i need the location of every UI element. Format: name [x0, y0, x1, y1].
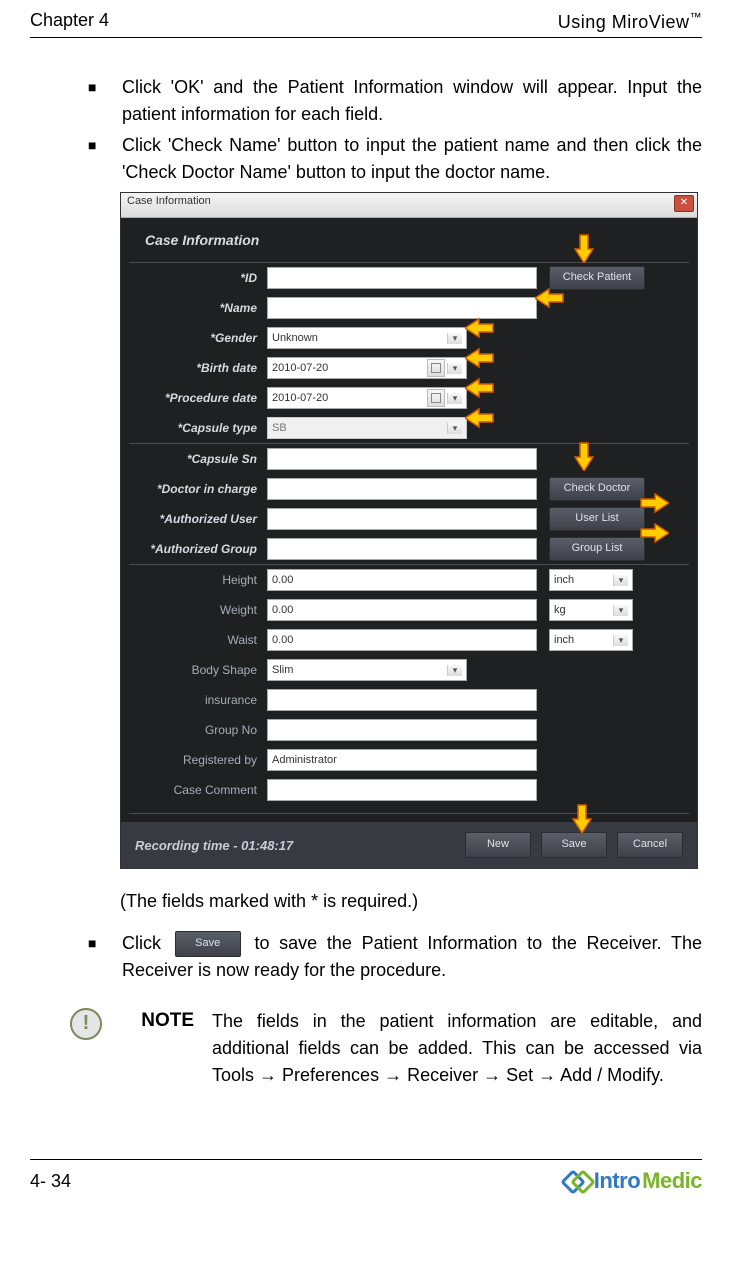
- recording-time: Recording time - 01:48:17: [135, 838, 293, 853]
- chevron-down-icon: ▾: [613, 605, 628, 616]
- calendar-icon: [427, 389, 445, 407]
- doctor-field[interactable]: [267, 478, 537, 500]
- header-right: Using MiroView™: [558, 10, 702, 33]
- save-button-inline: Save: [175, 931, 241, 957]
- label-capsule-type: *Capsule type: [129, 421, 267, 435]
- id-field[interactable]: [267, 267, 537, 289]
- name-field[interactable]: [267, 297, 537, 319]
- label-regby: Registered by: [129, 753, 267, 767]
- weight-unit-select[interactable]: kg ▾: [549, 599, 633, 621]
- label-procedure: *Procedure date: [129, 391, 267, 405]
- label-auth-group: *Authorized Group: [129, 542, 267, 556]
- waist-unit-select[interactable]: inch ▾: [549, 629, 633, 651]
- waist-field[interactable]: [267, 629, 537, 651]
- case-information-screenshot: Case Information ✕ Case Information *ID …: [120, 192, 698, 869]
- label-groupno: Group No: [129, 723, 267, 737]
- label-birth: *Birth date: [129, 361, 267, 375]
- page-number: 4- 34: [30, 1171, 71, 1192]
- gender-select[interactable]: Unknown ▾: [267, 327, 467, 349]
- new-button[interactable]: New: [465, 832, 531, 858]
- procedure-date-picker[interactable]: 2010-07-20 ▾: [267, 387, 467, 409]
- label-height: Height: [129, 573, 267, 587]
- user-list-button[interactable]: User List: [549, 507, 645, 531]
- registered-by-field[interactable]: [267, 749, 537, 771]
- note-label: NOTE: [120, 1008, 194, 1089]
- auth-user-field[interactable]: [267, 508, 537, 530]
- label-name: *Name: [129, 301, 267, 315]
- header-left: Chapter 4: [30, 10, 109, 33]
- chevron-down-icon: ▾: [447, 423, 462, 434]
- label-insurance: insurance: [129, 693, 267, 707]
- capsule-sn-field[interactable]: [267, 448, 537, 470]
- save-button[interactable]: Save: [541, 832, 607, 858]
- close-icon[interactable]: ✕: [674, 195, 694, 212]
- case-comment-field[interactable]: [267, 779, 537, 801]
- group-list-button[interactable]: Group List: [549, 537, 645, 561]
- auth-group-field[interactable]: [267, 538, 537, 560]
- label-gender: *Gender: [129, 331, 267, 345]
- note-icon: !: [70, 1008, 102, 1040]
- label-weight: Weight: [129, 603, 267, 617]
- label-auth-user: *Authorized User: [129, 512, 267, 526]
- groupno-field[interactable]: [267, 719, 537, 741]
- insurance-field[interactable]: [267, 689, 537, 711]
- birth-date-picker[interactable]: 2010-07-20 ▾: [267, 357, 467, 379]
- bullet-item: Click 'Check Name' button to input the p…: [88, 132, 702, 186]
- label-id: *ID: [129, 271, 267, 285]
- label-body: Body Shape: [129, 663, 267, 677]
- chevron-down-icon: ▾: [613, 575, 628, 586]
- label-waist: Waist: [129, 633, 267, 647]
- height-field[interactable]: [267, 569, 537, 591]
- instruction-list: Click 'OK' and the Patient Information w…: [88, 74, 702, 186]
- label-doctor: *Doctor in charge: [129, 482, 267, 496]
- window-titlebar: Case Information ✕: [121, 193, 697, 218]
- cancel-button[interactable]: Cancel: [617, 832, 683, 858]
- body-shape-select[interactable]: Slim ▾: [267, 659, 467, 681]
- chevron-down-icon: ▾: [447, 393, 462, 404]
- chevron-down-icon: ▾: [447, 665, 462, 676]
- weight-field[interactable]: [267, 599, 537, 621]
- check-patient-button[interactable]: Check Patient: [549, 266, 645, 290]
- chevron-down-icon: ▾: [447, 333, 462, 344]
- label-comment: Case Comment: [129, 783, 267, 797]
- required-caption: (The fields marked with * is required.): [120, 891, 702, 912]
- calendar-icon: [427, 359, 445, 377]
- capsule-type-select[interactable]: SB ▾: [267, 417, 467, 439]
- note-body: The fields in the patient information ar…: [212, 1008, 702, 1089]
- chevron-down-icon: ▾: [447, 363, 462, 374]
- check-doctor-button[interactable]: Check Doctor: [549, 477, 645, 501]
- chevron-down-icon: ▾: [613, 635, 628, 646]
- dialog-title: Case Information: [121, 218, 697, 262]
- logo-icon: [564, 1170, 592, 1192]
- logo: IntroMedic: [564, 1168, 702, 1194]
- bullet-item: Click 'OK' and the Patient Information w…: [88, 74, 702, 128]
- window-title: Case Information: [127, 195, 211, 207]
- label-capsule-sn: *Capsule Sn: [129, 452, 267, 466]
- height-unit-select[interactable]: inch ▾: [549, 569, 633, 591]
- bullet-item: Click Save to save the Patient Informati…: [88, 930, 702, 984]
